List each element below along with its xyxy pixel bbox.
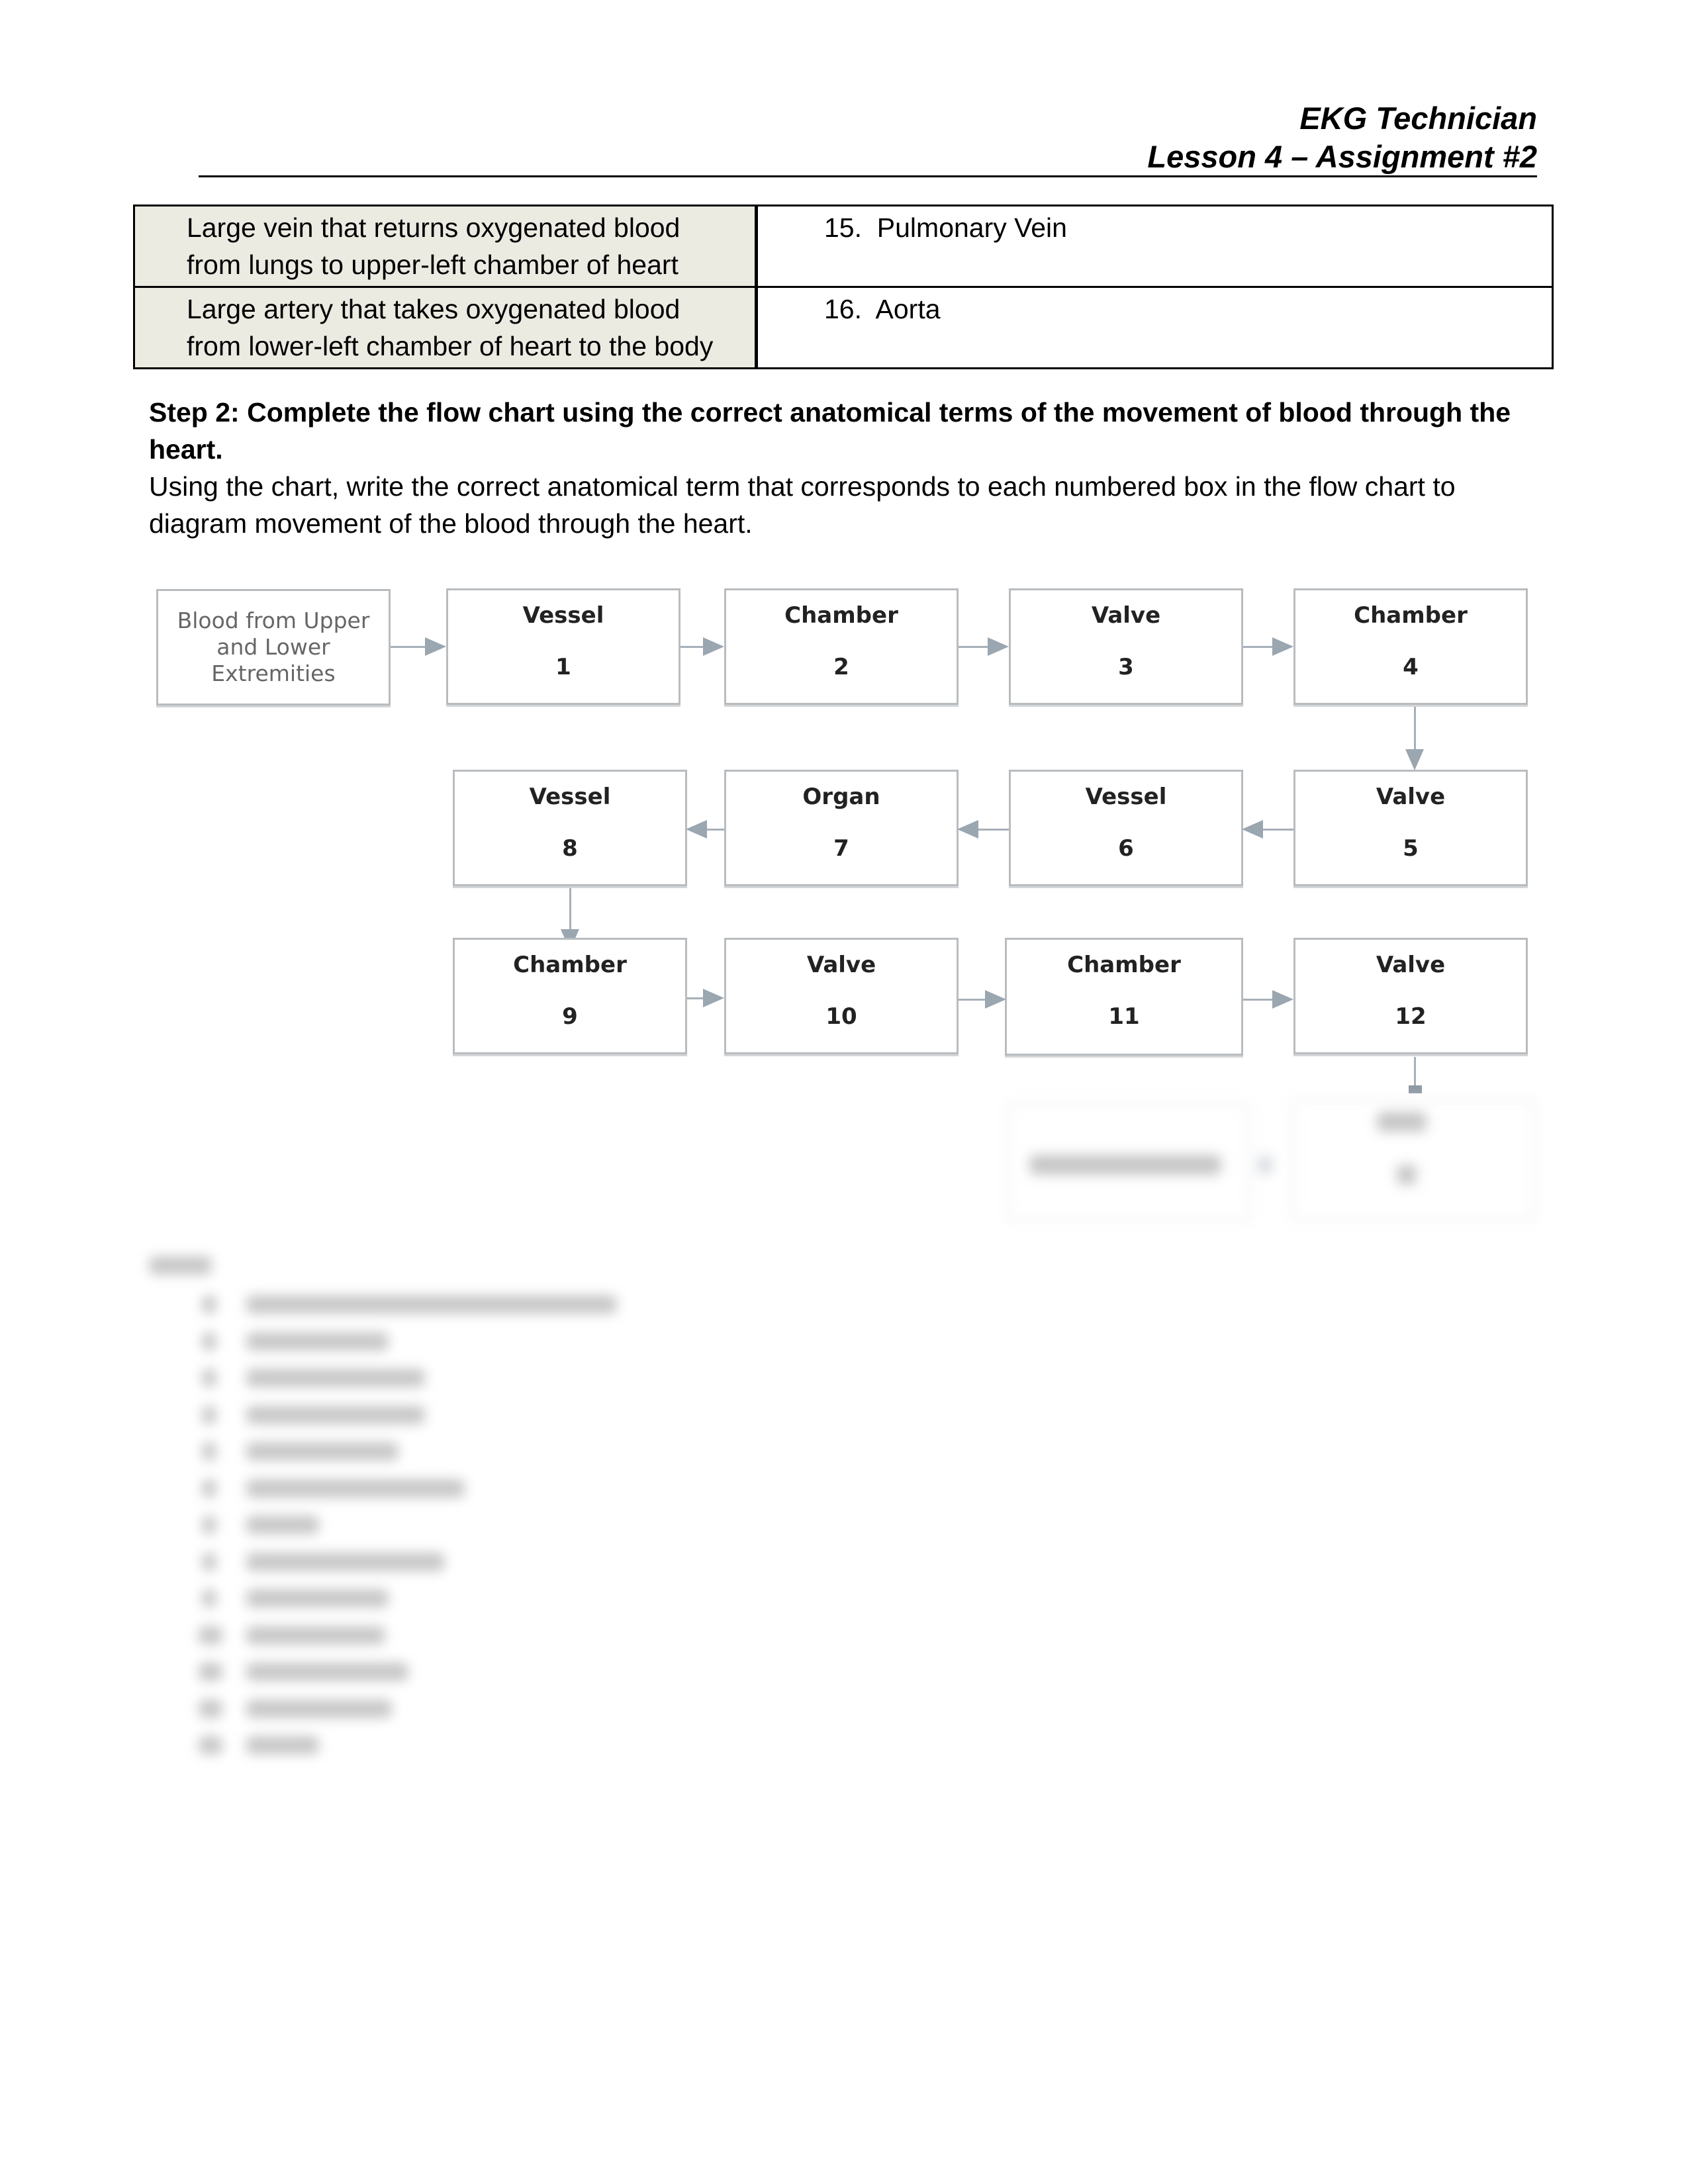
arrow-right-icon: [1272, 637, 1293, 656]
flow-step-7[interactable]: Organ 7: [724, 770, 959, 886]
step-number: 6: [1118, 835, 1134, 862]
connector-line: [1243, 646, 1275, 648]
flow-step-12[interactable]: Valve 12: [1293, 938, 1528, 1054]
blurred-item-text: [246, 1479, 465, 1498]
flow-step-6[interactable]: Vessel 6: [1009, 770, 1243, 886]
step-category: Valve: [1376, 952, 1446, 978]
connector-line: [569, 888, 571, 931]
arrow-right-icon: [703, 989, 724, 1007]
connector-line: [959, 999, 986, 1001]
flow-step-8[interactable]: Vessel 8: [453, 770, 687, 886]
blood-flow-chart: Blood from Upper and Lower Extremities V…: [0, 0, 1688, 1257]
start-box-text: Extremities: [211, 660, 336, 686]
arrow-right-icon: [703, 637, 724, 656]
arrow-down-icon: [1405, 749, 1424, 770]
blurred-item-text: [246, 1516, 319, 1534]
blurred-item-number: [202, 1479, 216, 1498]
flow-step-11[interactable]: Chamber 11: [1005, 938, 1243, 1056]
step-category: Organ: [802, 784, 880, 810]
blurred-text: [1377, 1112, 1427, 1132]
arrow-left-icon: [686, 820, 707, 839]
flow-step-2[interactable]: Chamber 2: [724, 588, 959, 705]
step-category: Valve: [1376, 784, 1446, 810]
step-category: Chamber: [784, 602, 898, 629]
step-number: 1: [555, 654, 571, 680]
arrow-right-icon: [425, 637, 446, 656]
start-box-text: and Lower: [216, 634, 330, 660]
blurred-item-number: [202, 1442, 216, 1461]
blurred-item-text: [246, 1625, 385, 1645]
arrow-right-icon: [985, 990, 1006, 1009]
step-number: 8: [562, 835, 578, 862]
step-category: Vessel: [522, 602, 604, 629]
blurred-item-text: [246, 1736, 319, 1754]
blurred-item-number: [199, 1736, 222, 1754]
step-number: 12: [1395, 1003, 1427, 1030]
connector-line: [1414, 707, 1416, 751]
blurred-item-number: [202, 1552, 216, 1571]
connector-line: [959, 646, 990, 648]
blurred-item-number: [202, 1516, 216, 1534]
flow-step-10[interactable]: Valve 10: [724, 938, 959, 1054]
flow-step-4[interactable]: Chamber 4: [1293, 588, 1528, 705]
step-category: Vessel: [529, 784, 611, 810]
blurred-item-number: [202, 1589, 216, 1608]
arrow-left-icon: [957, 820, 978, 839]
step-number: 11: [1108, 1003, 1140, 1030]
blurred-item-text: [246, 1369, 425, 1387]
blurred-answers-heading: [149, 1256, 212, 1275]
step-category: Vessel: [1085, 784, 1167, 810]
blurred-item-text: [246, 1699, 392, 1718]
blurred-item-number: [202, 1369, 216, 1387]
step-number: 9: [562, 1003, 578, 1030]
connector-line: [1243, 999, 1274, 1001]
blurred-item-number: [199, 1625, 222, 1645]
step-category: Chamber: [513, 952, 627, 978]
blurred-item-text: [246, 1295, 617, 1314]
blurred-item-text: [246, 1662, 408, 1681]
blurred-item-number: [199, 1662, 222, 1681]
step-number: 2: [833, 654, 849, 680]
blurred-item-text: [246, 1332, 389, 1351]
blurred-text: [1397, 1165, 1417, 1185]
connector-line: [687, 997, 704, 999]
step-number: 7: [833, 835, 849, 862]
step-number: 5: [1403, 835, 1419, 862]
blurred-item-number: [202, 1295, 216, 1314]
start-box: Blood from Upper and Lower Extremities: [156, 589, 391, 705]
connector-line: [1258, 829, 1293, 831]
step-category: Chamber: [1354, 602, 1468, 629]
blurred-item-number: [202, 1405, 216, 1424]
step-number: 10: [825, 1003, 857, 1030]
blurred-item-text: [246, 1442, 399, 1461]
arrow-down-icon: [1409, 1085, 1422, 1093]
blurred-item-number: [199, 1699, 222, 1718]
step-number: 3: [1118, 654, 1134, 680]
step-category: Valve: [806, 952, 876, 978]
step-category: Chamber: [1067, 952, 1181, 978]
blurred-item-text: [246, 1589, 389, 1608]
blurred-arrow: [1258, 1155, 1272, 1175]
blurred-text: [1029, 1155, 1221, 1175]
flow-step-5[interactable]: Valve 5: [1293, 770, 1528, 886]
blurred-item-number: [202, 1332, 216, 1351]
arrow-right-icon: [988, 637, 1009, 656]
flow-step-3[interactable]: Valve 3: [1009, 588, 1243, 705]
step-number: 4: [1403, 654, 1419, 680]
step-category: Valve: [1091, 602, 1161, 629]
connector-line: [680, 646, 706, 648]
blurred-item-text: [246, 1552, 445, 1571]
flow-step-9[interactable]: Chamber 9: [453, 938, 687, 1054]
blurred-item-text: [246, 1405, 425, 1424]
connector-line: [973, 829, 1009, 831]
flow-step-1[interactable]: Vessel 1: [446, 588, 680, 705]
connector-line: [391, 646, 428, 648]
arrow-left-icon: [1242, 820, 1263, 839]
start-box-text: Blood from Upper: [177, 608, 370, 633]
arrow-right-icon: [1272, 990, 1293, 1009]
